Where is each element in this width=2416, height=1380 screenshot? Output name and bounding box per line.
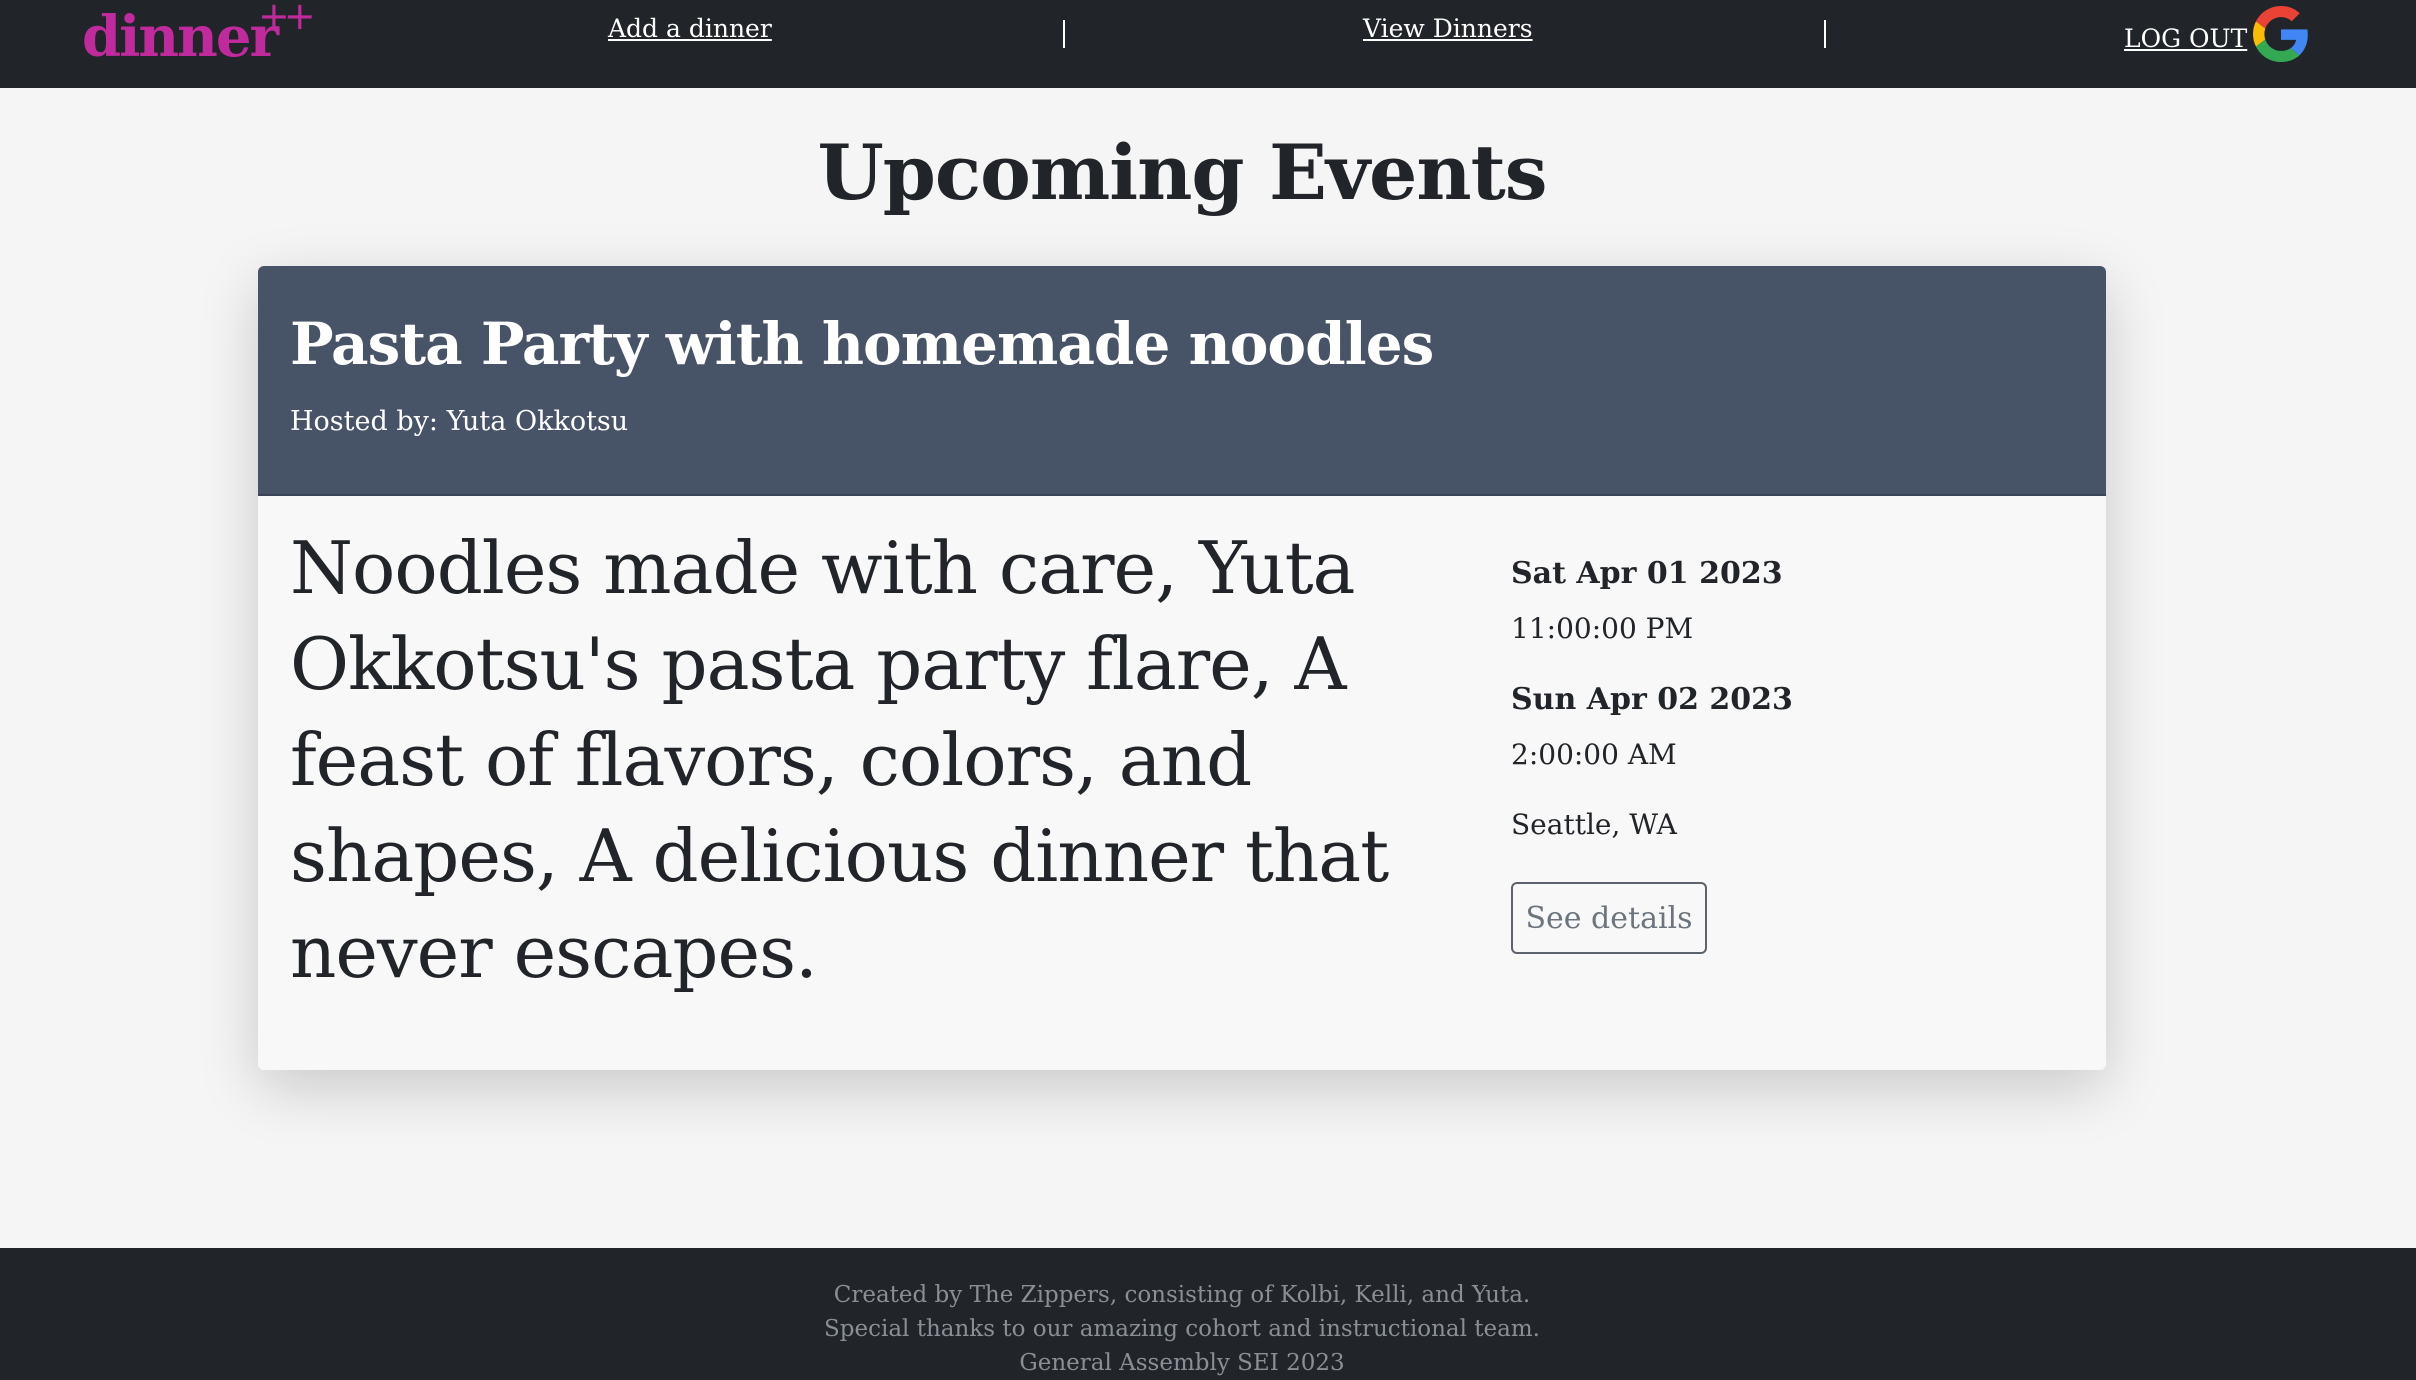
event-start-date: Sat Apr 01 2023	[1511, 556, 1783, 591]
event-start-time: 11:00:00 PM	[1511, 612, 1694, 645]
event-location: Seattle, WA	[1511, 808, 1677, 841]
event-title: Pasta Party with homemade noodles	[290, 310, 1434, 378]
footer-line: Special thanks to our amazing cohort and…	[824, 1316, 1540, 1342]
google-icon	[2253, 6, 2309, 62]
nav-separator	[1824, 20, 1826, 48]
see-details-button[interactable]: See details	[1511, 882, 1707, 954]
event-card: Pasta Party with homemade noodles Hosted…	[258, 266, 2106, 1070]
footer: Created by The Zippers, consisting of Ko…	[0, 1248, 2416, 1380]
logout-label: LOG OUT	[2124, 23, 2248, 53]
event-host: Hosted by: Yuta Okkotsu	[290, 406, 629, 437]
add-dinner-link[interactable]: Add a dinner	[608, 14, 772, 43]
page-title: Upcoming Events	[817, 128, 1547, 217]
event-end-time: 2:00:00 AM	[1511, 738, 1677, 771]
logo[interactable]: dinner ++	[82, 0, 316, 88]
logout-button[interactable]: LOG OUT	[2124, 6, 2309, 62]
logo-suffix: ++	[258, 0, 316, 38]
navbar: dinner ++ Add a dinner View Dinners LOG …	[0, 0, 2416, 88]
nav-separator	[1063, 20, 1065, 48]
footer-line: Created by The Zippers, consisting of Ko…	[833, 1282, 1531, 1308]
footer-credits: Created by The Zippers, consisting of Ko…	[0, 1278, 2364, 1380]
footer-line: General Assembly SEI 2023	[1019, 1350, 1345, 1376]
event-end-date: Sun Apr 02 2023	[1511, 682, 1793, 717]
event-card-header: Pasta Party with homemade noodles Hosted…	[258, 266, 2106, 496]
logo-text: dinner	[82, 4, 279, 70]
view-dinners-link[interactable]: View Dinners	[1363, 14, 1533, 43]
event-description: Noodles made with care, Yuta Okkotsu's p…	[290, 526, 1389, 994]
